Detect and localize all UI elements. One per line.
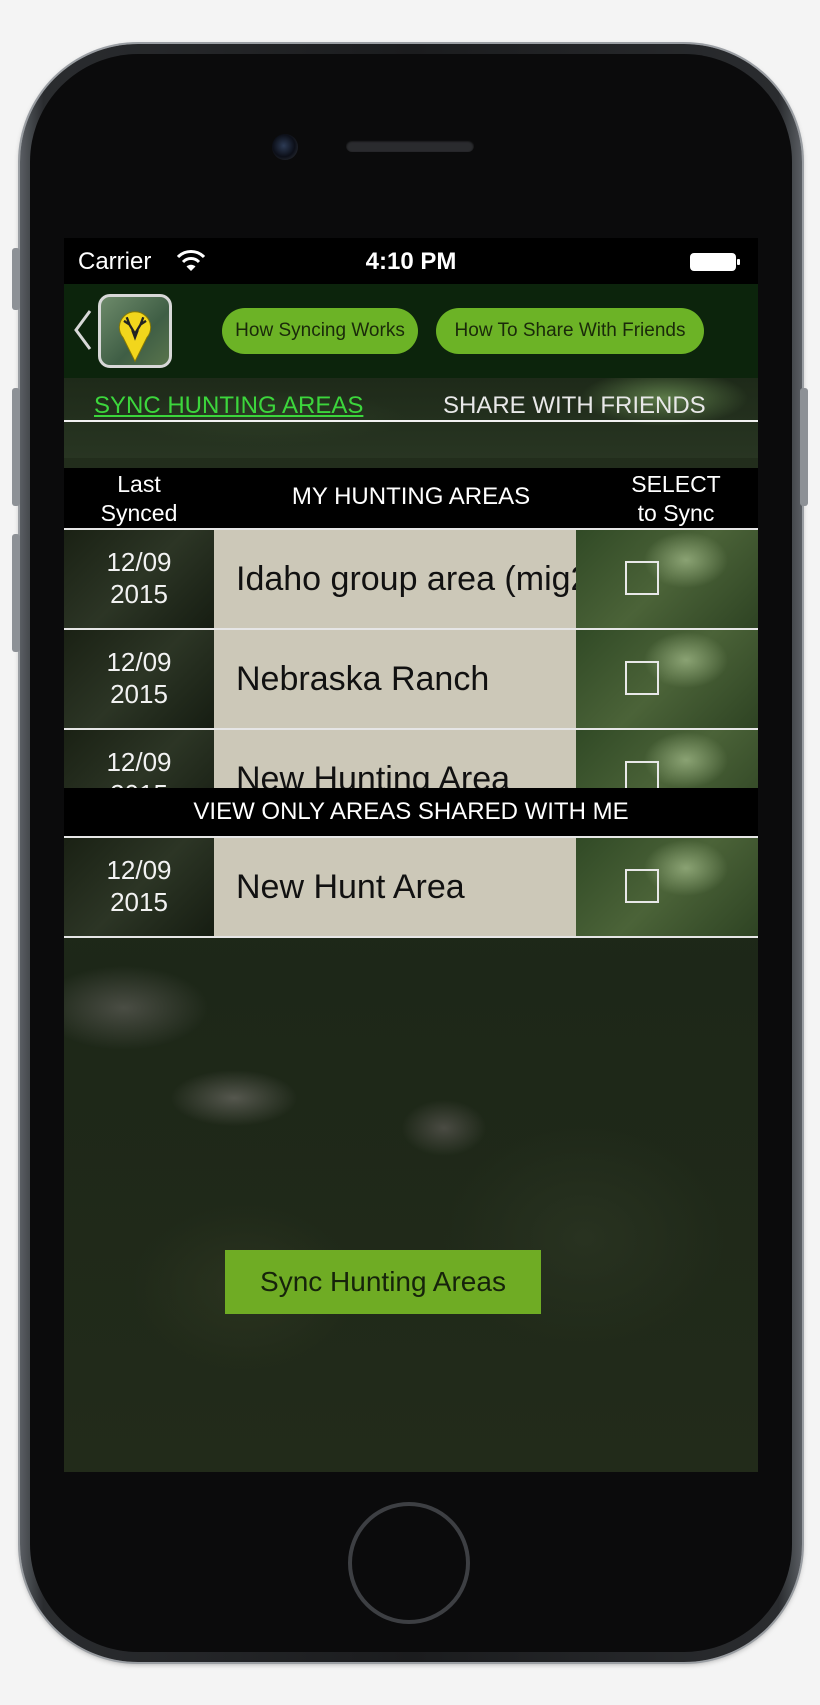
- clock: 4:10 PM: [365, 248, 457, 275]
- mute-switch: [12, 248, 20, 310]
- my-hunting-areas-header: MY HUNTING AREAS: [291, 483, 531, 510]
- table-row[interactable]: 12/09 2015 Nebraska Ranch: [64, 630, 758, 728]
- date-line2: 2015: [110, 579, 168, 609]
- volume-up-button: [12, 388, 20, 506]
- nav-bar: How Syncing Works How To Share With Frie…: [64, 284, 758, 378]
- table-row[interactable]: 12/09 2015 New Hunt Area: [64, 838, 758, 936]
- shared-areas-header: VIEW ONLY AREAS SHARED WITH ME: [64, 788, 758, 836]
- date-line1: 12/09: [106, 647, 172, 677]
- back-chevron-icon[interactable]: [72, 308, 94, 352]
- power-button: [800, 388, 808, 506]
- last-synced-date: 12/09 2015: [64, 838, 214, 936]
- last-synced-header: Last Synced: [64, 470, 214, 528]
- sync-checkbox[interactable]: [625, 661, 659, 695]
- select-cell: [576, 630, 758, 728]
- last-synced-header-line1: Last: [117, 471, 161, 497]
- table-header: Last Synced MY HUNTING AREAS SELECT to S…: [64, 468, 758, 528]
- app-logo[interactable]: [98, 294, 172, 368]
- date-line1: 12/09: [106, 855, 172, 885]
- last-synced-date: 12/09 2015: [64, 530, 214, 628]
- last-synced-date: 12/09 2015: [64, 630, 214, 728]
- last-synced-header-line2: Synced: [100, 500, 178, 526]
- date-line2: 2015: [110, 679, 168, 709]
- select-to-sync-header: SELECT to Sync: [594, 470, 758, 528]
- sync-checkbox[interactable]: [625, 869, 659, 903]
- select-header-line2: to Sync: [637, 500, 715, 526]
- front-camera: [272, 134, 298, 160]
- tab-divider: [64, 420, 758, 422]
- area-name[interactable]: Nebraska Ranch: [214, 630, 576, 728]
- table-row[interactable]: 12/09 2015 Idaho group area (mig2: [64, 530, 758, 628]
- how-to-share-button[interactable]: How To Share With Friends: [436, 308, 704, 354]
- status-bar: Carrier 4:10 PM: [64, 238, 758, 284]
- select-header-line1: SELECT: [631, 471, 721, 497]
- select-cell: [576, 838, 758, 936]
- sync-checkbox[interactable]: [625, 561, 659, 595]
- area-name[interactable]: New Hunt Area: [214, 838, 576, 936]
- date-line1: 12/09: [106, 547, 172, 577]
- date-line2: 2015: [110, 887, 168, 917]
- select-cell: [576, 530, 758, 628]
- battery-icon: [690, 253, 740, 271]
- app-screen: Carrier 4:10 PM How Syncing Works How To…: [64, 238, 758, 1472]
- earpiece-speaker: [346, 140, 474, 152]
- home-button[interactable]: [348, 1502, 470, 1624]
- volume-down-button: [12, 534, 20, 652]
- segment-tabs: SYNC HUNTING AREAS SHARE WITH FRIENDS: [64, 378, 758, 422]
- deer-pin-icon: [118, 311, 152, 363]
- sync-hunting-areas-button[interactable]: Sync Hunting Areas: [225, 1250, 541, 1314]
- tab-share-with-friends[interactable]: SHARE WITH FRIENDS: [443, 392, 706, 420]
- date-line1: 12/09: [106, 747, 172, 777]
- area-name[interactable]: Idaho group area (mig2: [214, 530, 576, 628]
- how-syncing-works-button[interactable]: How Syncing Works: [222, 308, 418, 354]
- row-divider: [64, 936, 758, 938]
- tab-sync-hunting-areas[interactable]: SYNC HUNTING AREAS: [94, 392, 363, 420]
